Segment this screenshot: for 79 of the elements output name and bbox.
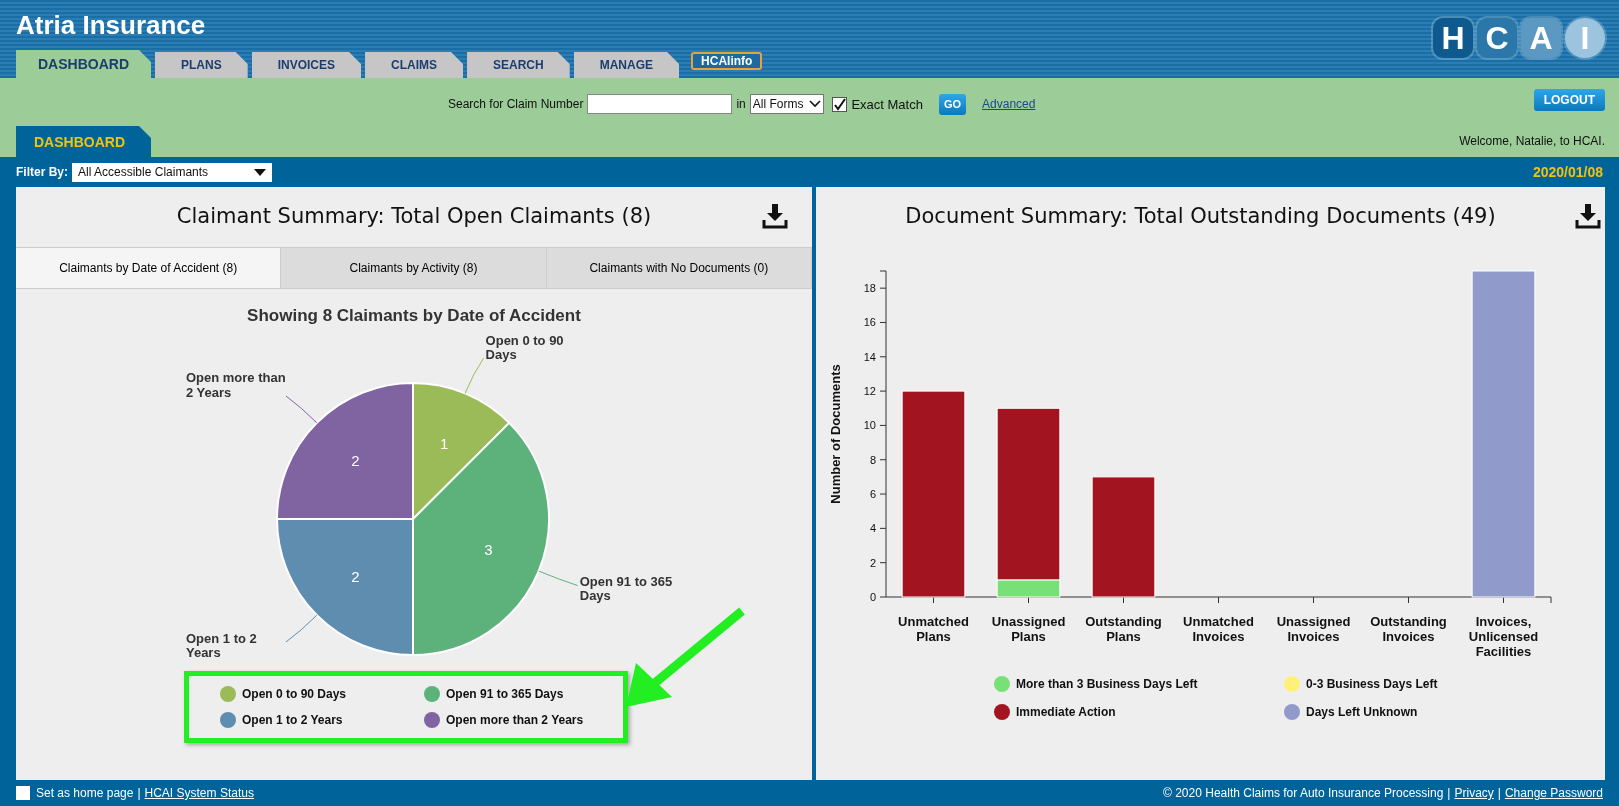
category-label: Outstanding Invoices (1369, 615, 1448, 645)
tick-label: 14 (863, 350, 876, 363)
panel-tab[interactable]: Claimants by Date of Accident (8) (16, 248, 282, 288)
chart-title: Showing 8 Claimants by Date of Accident (247, 305, 581, 327)
nav-tab[interactable]: CLAIMS (365, 52, 464, 78)
tick-label: 4 (869, 522, 876, 535)
legend-label: Open 91 to 365 Days (446, 685, 564, 703)
legend-label: Open 0 to 90 Days (242, 685, 347, 703)
filter-dropdown[interactable]: All Accessible Claimants (72, 162, 272, 182)
go-button[interactable]: GO (938, 94, 967, 115)
copyright-text: © 2020 Health Claims for Auto Insurance Processing (1163, 785, 1444, 802)
tick-label: 0 (869, 591, 876, 603)
nav-tab[interactable]: SEARCH (467, 52, 570, 78)
nav-tab[interactable]: MANAGE (573, 52, 680, 78)
slice-label: Open 0 to 90 Days (485, 333, 565, 363)
info-link[interactable]: HCAIinfo (691, 52, 763, 70)
axis-title: Number of Documents (828, 364, 843, 504)
footer-link[interactable]: HCAI System Status (144, 784, 254, 802)
legend-label: Days Left Unknown (1306, 704, 1418, 721)
panel-tab[interactable]: Claimants by Activity (8) (281, 248, 547, 288)
slice-value: 2 (351, 567, 360, 585)
section-tab[interactable]: DASHBOARD (16, 126, 151, 157)
footer-link[interactable]: Privacy (1454, 784, 1494, 802)
slice-value: 2 (351, 451, 360, 469)
legend-label: Open 1 to 2 Years (242, 711, 343, 729)
home-page-checkbox[interactable] (16, 786, 30, 800)
panel-title: Document Summary: Total Outstanding Documents (49) (905, 203, 1496, 231)
tick-label: 18 (863, 282, 876, 295)
leader-line (285, 614, 318, 643)
in-label: in (736, 96, 746, 114)
slice-value: 1 (440, 434, 449, 452)
legend-label: Open more than 2 Years (446, 711, 584, 729)
welcome-text: Welcome, Natalie, to HCAI. (1459, 133, 1605, 150)
separator: | (137, 785, 141, 802)
category-label: Unmatched Invoices (1182, 615, 1255, 645)
logout-button[interactable]: LOGOUT (1533, 89, 1605, 111)
category-label: Unassigned Invoices (1275, 615, 1352, 645)
filter-label: Filter By: (16, 164, 68, 181)
exact-match-checkbox[interactable] (832, 96, 848, 112)
slice-label: Open 91 to 365 Days (579, 575, 674, 604)
category-label: Unmatched Plans (897, 615, 970, 645)
leader-line (538, 570, 579, 586)
search-label: Search for Claim Number (448, 96, 584, 114)
tick-label: 10 (863, 419, 876, 432)
advanced-link[interactable]: Advanced (982, 95, 1036, 114)
nav-tab[interactable]: DASHBOARD (16, 50, 151, 78)
category-label: Outstanding Plans (1084, 615, 1163, 645)
exact-match-label: Exact Match (851, 95, 923, 114)
nav-tab[interactable]: INVOICES (251, 52, 362, 78)
scope-dropdown[interactable]: All Forms (749, 94, 825, 115)
slice-label: Open 1 to 2 Years (185, 631, 258, 661)
panel-tab[interactable]: Claimants with No Documents (0) (546, 248, 812, 288)
tick-label: 12 (863, 385, 876, 398)
legend-label: 0-3 Business Days Left (1306, 676, 1438, 693)
legend-label: More than 3 Business Days Left (1016, 676, 1198, 693)
claim-number-field[interactable] (587, 94, 733, 115)
slice-label: Open more than 2 Years (185, 371, 286, 401)
legend-label: Immediate Action (1016, 704, 1116, 721)
category-label: Invoices, Unlicensed Facilities (1467, 615, 1540, 660)
leader-line (464, 357, 485, 394)
tick-label: 2 (869, 556, 876, 569)
download-icon[interactable] (1575, 203, 1601, 229)
slice-value: 3 (484, 540, 493, 558)
category-label: Unassigned Plans (990, 615, 1067, 645)
panel-title: Claimant Summary: Total Open Claimants (8) (176, 203, 652, 231)
footer-link[interactable]: Change Password (1504, 784, 1603, 802)
nav-tab[interactable]: PLANS (155, 52, 248, 78)
logo: H C A I (1433, 18, 1605, 58)
checkbox-label: Set as home page (36, 785, 134, 802)
separator: | (1447, 785, 1451, 802)
date-text: 2020/01/08 (1532, 162, 1603, 182)
caret-icon (809, 100, 822, 109)
separator: | (1497, 785, 1501, 802)
tick-label: 6 (869, 488, 876, 501)
leader-line (285, 394, 318, 423)
tick-label: 8 (869, 453, 876, 466)
caret-icon (254, 168, 266, 176)
tick-label: 16 (863, 316, 876, 329)
download-icon[interactable] (762, 203, 788, 229)
